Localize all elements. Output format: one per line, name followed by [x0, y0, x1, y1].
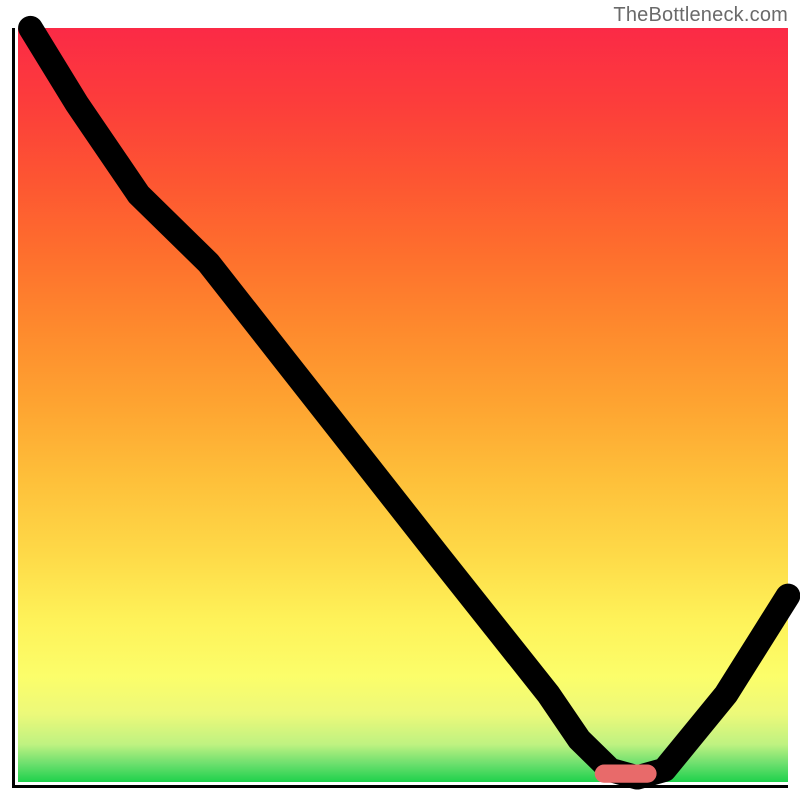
bottleneck-curve-line — [30, 28, 788, 777]
bottleneck-curve-svg — [15, 28, 788, 785]
watermark-text: TheBottleneck.com — [613, 4, 788, 27]
optimal-range-marker — [595, 765, 657, 783]
chart-canvas: TheBottleneck.com — [0, 0, 800, 800]
plot-frame — [12, 28, 788, 788]
